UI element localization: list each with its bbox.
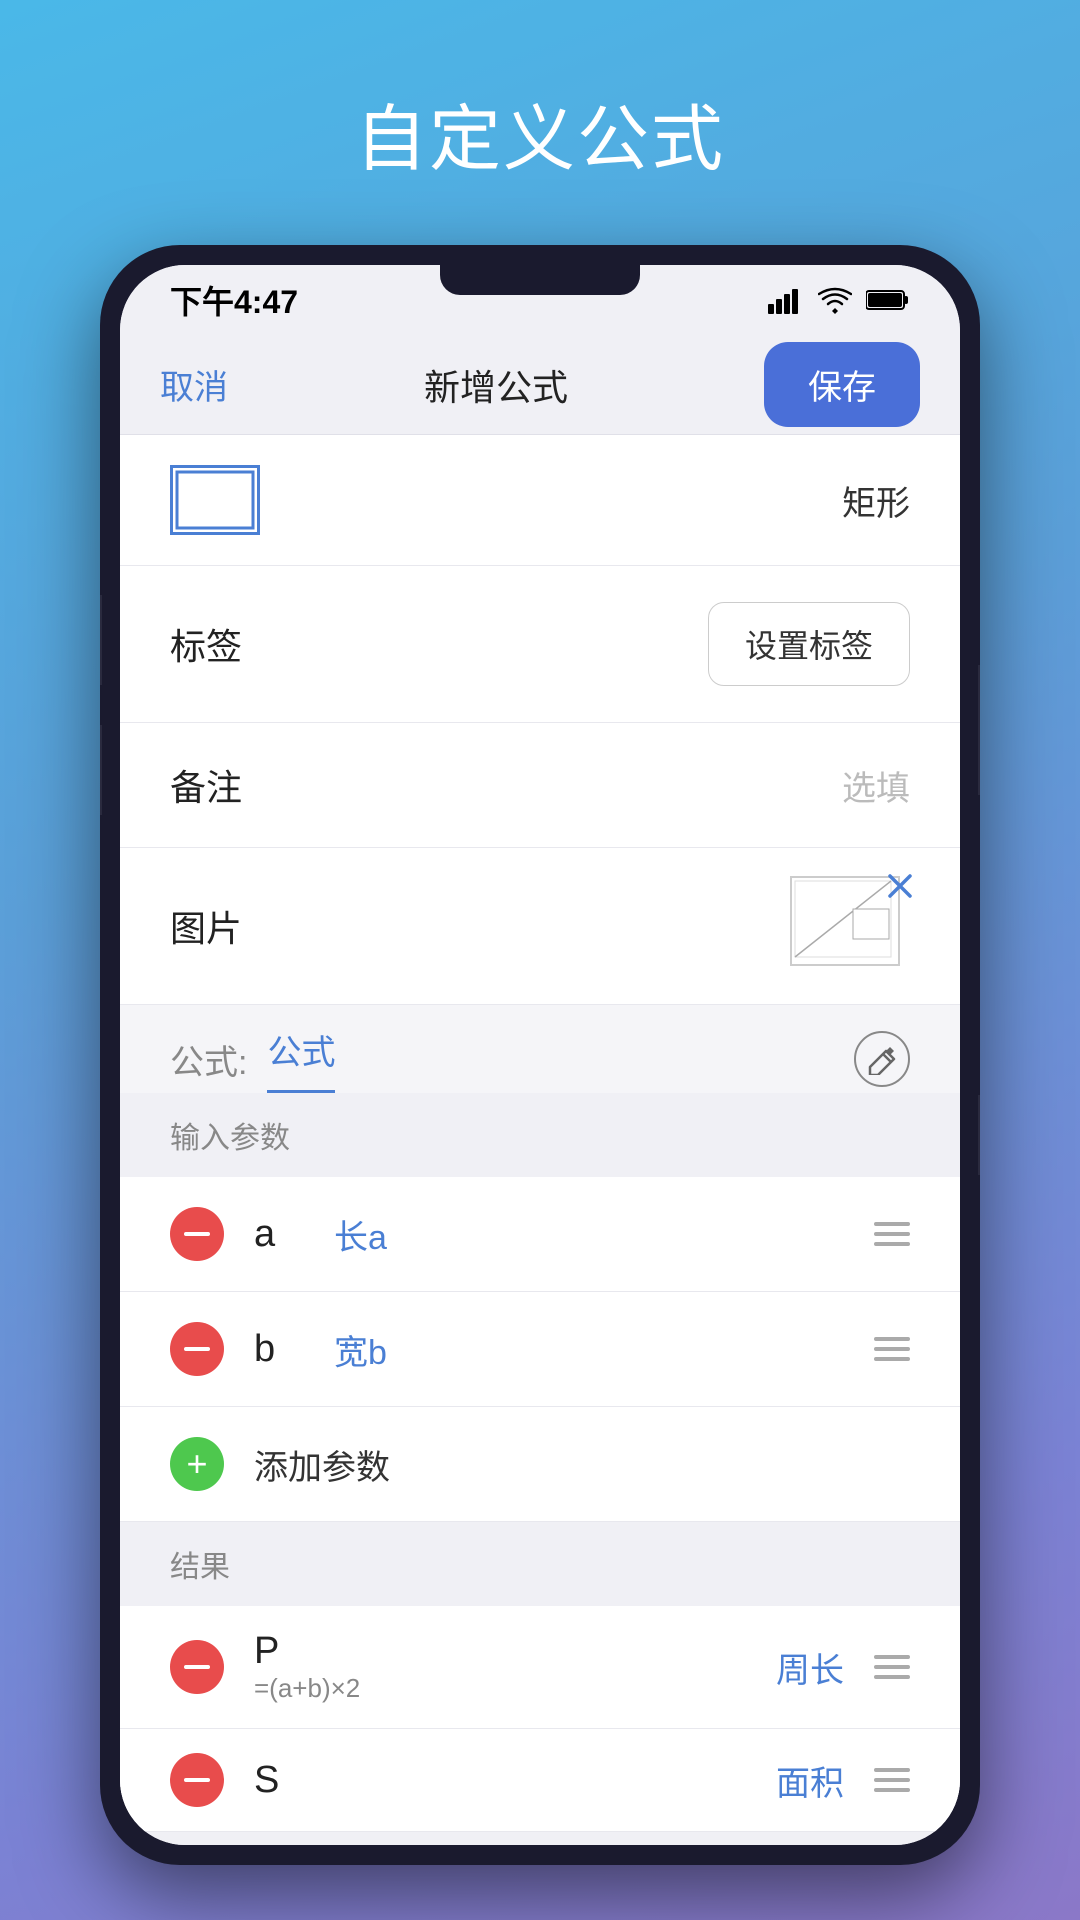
drag-line [874, 1788, 910, 1792]
drag-line [874, 1222, 910, 1226]
drag-handle-b[interactable] [874, 1337, 910, 1361]
param-name-b[interactable]: 宽b [334, 1325, 844, 1374]
remove-result-S-button[interactable] [170, 1753, 224, 1807]
result-row-P: P =(a+b)×2 周长 [120, 1606, 960, 1729]
result-row-S: S 面积 [120, 1729, 960, 1832]
phone-frame: 下午4:47 [100, 245, 980, 1865]
drag-line [874, 1655, 910, 1659]
input-params-label: 输入参数 [170, 1122, 290, 1155]
formula-section: 公式: 公式 [120, 1005, 960, 1093]
image-close-button[interactable] [882, 868, 918, 904]
minus-icon [184, 1665, 210, 1669]
drag-line [874, 1357, 910, 1361]
image-label: 图片 [170, 900, 242, 952]
remove-result-P-button[interactable] [170, 1640, 224, 1694]
result-var-P: P [254, 1630, 746, 1673]
tag-label: 标签 [170, 618, 242, 670]
remove-param-b-button[interactable] [170, 1322, 224, 1376]
status-time: 下午4:47 [170, 277, 298, 323]
drag-handle-P[interactable] [874, 1655, 910, 1679]
image-row: 图片 [120, 848, 960, 1005]
page-title: 自定义公式 [355, 80, 725, 185]
note-row: 备注 选填 [120, 723, 960, 848]
results-label: 结果 [170, 1551, 230, 1584]
result-var-area-S: S [254, 1759, 746, 1802]
shape-row: 矩形 [120, 435, 960, 566]
side-button-vol-down [100, 725, 102, 815]
cancel-button[interactable]: 取消 [160, 360, 228, 409]
set-tag-button[interactable]: 设置标签 [708, 602, 910, 686]
result-var-area-P: P =(a+b)×2 [254, 1630, 746, 1704]
drag-line [874, 1778, 910, 1782]
note-label: 备注 [170, 759, 242, 811]
drag-line [874, 1675, 910, 1679]
status-icons [768, 286, 910, 314]
phone-screen: 下午4:47 [120, 265, 960, 1845]
shape-preview[interactable] [170, 465, 260, 535]
nav-bar: 取消 新增公式 保存 [120, 335, 960, 435]
signal-icon [768, 286, 804, 314]
param-row-b: b 宽b [120, 1292, 960, 1407]
page-title-area: 自定义公式 [0, 0, 1080, 245]
drag-line [874, 1232, 910, 1236]
formula-edit-button[interactable] [854, 1031, 910, 1087]
formula-tab[interactable]: 公式 [267, 1025, 335, 1093]
formula-prefix-label: 公式: [170, 1035, 247, 1084]
phone-notch [440, 265, 640, 295]
side-button-right2 [978, 1095, 980, 1175]
add-param-row: + 添加参数 [120, 1407, 960, 1522]
add-param-label[interactable]: 添加参数 [254, 1440, 390, 1489]
content-area: 矩形 标签 设置标签 备注 选填 图片 [120, 435, 960, 1845]
minus-icon [184, 1778, 210, 1782]
image-thumbnail-container[interactable] [790, 876, 910, 976]
drag-line [874, 1242, 910, 1246]
drag-handle-a[interactable] [874, 1222, 910, 1246]
input-params-header: 输入参数 [120, 1093, 960, 1177]
drag-handle-S[interactable] [874, 1768, 910, 1792]
shape-label[interactable]: 矩形 [842, 476, 910, 525]
thumbnail-image [793, 879, 893, 959]
add-param-button[interactable]: + [170, 1437, 224, 1491]
battery-icon [866, 288, 910, 312]
drag-line [874, 1337, 910, 1341]
drag-line [874, 1768, 910, 1772]
wifi-icon [818, 286, 852, 314]
minus-icon [184, 1232, 210, 1236]
side-button-power [978, 665, 980, 795]
save-button[interactable]: 保存 [764, 342, 920, 427]
result-name-S[interactable]: 面积 [776, 1756, 844, 1805]
nav-title: 新增公式 [424, 359, 568, 411]
tag-row: 标签 设置标签 [120, 566, 960, 723]
drag-line [874, 1347, 910, 1351]
param-var-a: a [254, 1213, 304, 1256]
side-button-vol-up [100, 595, 102, 685]
param-row-a: a 长a [120, 1177, 960, 1292]
result-var-S: S [254, 1759, 746, 1802]
results-header: 结果 [120, 1522, 960, 1606]
edit-icon [866, 1043, 898, 1075]
param-name-a[interactable]: 长a [334, 1210, 844, 1259]
drag-line [874, 1665, 910, 1669]
note-placeholder[interactable]: 选填 [842, 761, 910, 810]
formula-header: 公式: 公式 [120, 1005, 960, 1093]
param-var-b: b [254, 1328, 304, 1371]
formula-label-area: 公式: 公式 [170, 1025, 335, 1093]
result-name-P[interactable]: 周长 [776, 1643, 844, 1692]
result-formula-P: =(a+b)×2 [254, 1673, 746, 1704]
plus-icon: + [186, 1446, 207, 1482]
minus-icon [184, 1347, 210, 1351]
remove-param-a-button[interactable] [170, 1207, 224, 1261]
